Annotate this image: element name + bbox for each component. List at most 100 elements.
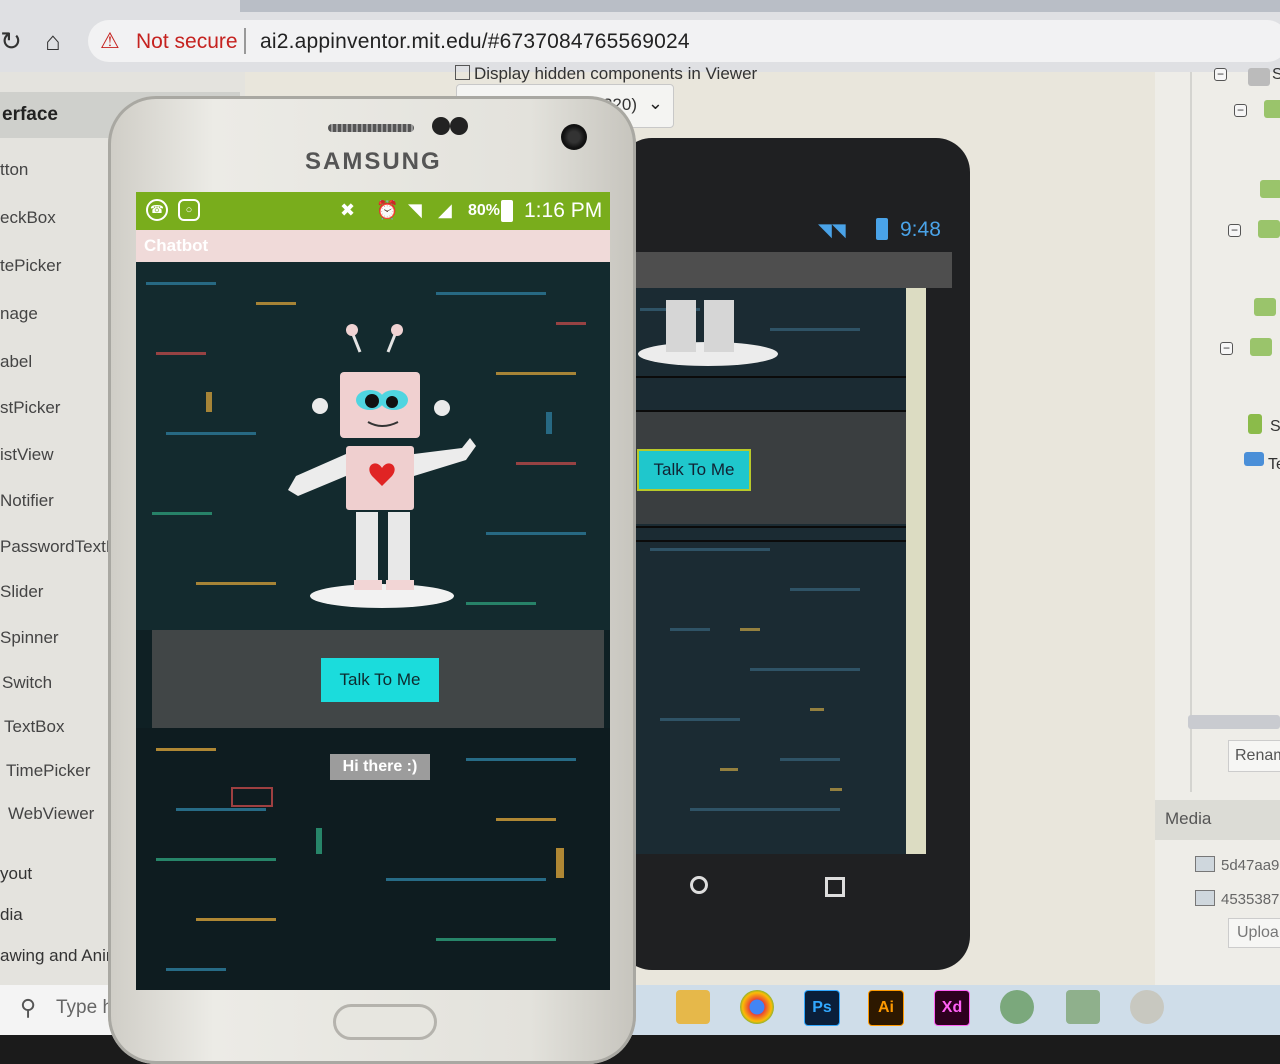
speech-icon <box>1248 414 1262 434</box>
palette-item-label[interactable]: abel <box>0 352 32 372</box>
media-file[interactable]: 5d47aa9 <box>1195 856 1279 874</box>
palette-item-datepicker[interactable]: tePicker <box>0 256 61 276</box>
designer-divider <box>630 526 918 528</box>
hidden-components-label: Display hidden components in Viewer <box>474 64 758 83</box>
chrome-icon[interactable] <box>740 990 774 1024</box>
palette-item-image[interactable]: nage <box>0 304 38 324</box>
palette-item-listpicker[interactable]: stPicker <box>0 398 60 418</box>
media-file[interactable]: 4535387 <box>1195 890 1279 908</box>
home-icon[interactable]: ⌂ <box>36 24 70 58</box>
alarm-icon: ⏰ <box>376 200 399 220</box>
photos-icon[interactable] <box>1066 990 1100 1024</box>
palette-item-webviewer[interactable]: WebViewer <box>8 804 94 824</box>
nav-home-icon <box>690 876 708 894</box>
checkbox-box[interactable] <box>455 65 470 80</box>
battery-percent: 80% <box>468 202 501 219</box>
phone-clock: 1:16 PM <box>524 199 603 222</box>
palette-item-notifier[interactable]: Notifier <box>0 491 54 511</box>
palette-category-layout[interactable]: yout <box>0 864 32 884</box>
upload-file-button[interactable]: Uploa <box>1228 918 1280 948</box>
file-explorer-icon[interactable] <box>676 990 710 1024</box>
reload-icon[interactable]: ↻ <box>0 24 28 58</box>
xd-icon[interactable]: Xd <box>934 990 970 1026</box>
address-bar[interactable]: ⚠ Not secure ai2.appinventor.mit.edu/#67… <box>88 20 1280 62</box>
hidden-components-checkbox[interactable]: Display hidden components in Viewer <box>455 64 757 84</box>
robot-feet-image <box>638 300 778 366</box>
browser-toolbar: ↻ ⌂ ⚠ Not secure ai2.appinventor.mit.edu… <box>0 0 1280 72</box>
arrangement-icon <box>1260 180 1280 198</box>
palette-item-slider[interactable]: Slider <box>0 582 43 602</box>
search-icon: ⚲ <box>20 995 37 1020</box>
media-file-name: 5d47aa9 <box>1221 857 1280 874</box>
palette-item-spinner[interactable]: Spinner <box>0 628 59 648</box>
palette-item-listview[interactable]: istView <box>0 445 54 465</box>
tree-guide <box>1190 72 1192 792</box>
signal-icon: ◢ <box>438 200 452 220</box>
designer-divider <box>630 376 918 378</box>
texttospeech-icon <box>1244 452 1264 466</box>
palette-item-checkbox[interactable]: eckBox <box>0 208 56 228</box>
wifi-icon: ◥ <box>408 200 422 220</box>
light-sensor <box>450 117 468 135</box>
tree-label-texttospeech[interactable]: Te <box>1268 456 1280 474</box>
home-button[interactable] <box>333 1004 437 1040</box>
mute-icon: ✖ <box>340 200 356 220</box>
designer-divider <box>630 540 918 542</box>
tree-collapse-icon[interactable]: − <box>1220 342 1233 355</box>
media-file-name: 4535387 <box>1221 891 1280 908</box>
components-panel <box>1155 72 1280 992</box>
phone-brand: SAMSUNG <box>305 148 442 175</box>
designer-scrollbar[interactable] <box>906 288 926 854</box>
phone-screen[interactable]: ☎ ○ ✖ ⏰ ◥ ◢ 80% 1:16 PM Chatbot Talk To … <box>136 192 610 990</box>
nav-recents-icon <box>825 877 845 897</box>
url-text[interactable]: ai2.appinventor.mit.edu/#673708476556902… <box>260 30 690 54</box>
designer-screen[interactable] <box>630 288 926 854</box>
instagram-icon: ○ <box>178 199 200 221</box>
illustrator-icon[interactable]: Ai <box>868 990 904 1026</box>
app-icon[interactable] <box>1000 990 1034 1024</box>
arrangement-icon <box>1254 298 1276 316</box>
app-title-bar: Chatbot <box>136 230 610 262</box>
designer-title-bar <box>630 252 952 288</box>
palette-item-switch[interactable]: Switch <box>2 673 52 693</box>
earpiece-speaker <box>328 124 414 132</box>
tree-scrollbar[interactable] <box>1188 715 1280 729</box>
tree-label-screen[interactable]: S <box>1272 66 1280 84</box>
designer-talk-button[interactable]: Talk To Me <box>637 449 751 491</box>
tab-strip[interactable] <box>240 0 1280 12</box>
rename-button[interactable]: Renam <box>1228 740 1280 772</box>
app-icon[interactable] <box>1130 990 1164 1024</box>
designer-status-bar: ◥◥ 9:48 <box>618 210 952 252</box>
designer-nav-bar <box>630 858 952 918</box>
designer-background <box>630 288 926 854</box>
designer-time: 9:48 <box>900 218 941 241</box>
proximity-sensor <box>432 117 450 135</box>
warning-icon: ⚠ <box>100 28 120 53</box>
tree-label-speech[interactable]: S <box>1270 418 1280 436</box>
image-file-icon <box>1195 856 1215 872</box>
app-title: Chatbot <box>144 236 209 255</box>
whatsapp-icon: ☎ <box>146 199 168 221</box>
security-label[interactable]: Not secure <box>136 30 238 54</box>
front-camera <box>561 124 587 150</box>
tree-collapse-icon[interactable]: − <box>1228 224 1241 237</box>
arrangement-icon <box>1250 338 1272 356</box>
tree-collapse-icon[interactable]: − <box>1234 104 1247 117</box>
robot-image <box>136 262 610 630</box>
palette-category-media[interactable]: dia <box>0 905 23 925</box>
talk-to-me-button[interactable]: Talk To Me <box>321 658 439 702</box>
omnibox-separator <box>244 28 246 54</box>
palette-item-button[interactable]: tton <box>0 160 28 180</box>
arrangement-icon <box>1264 100 1280 118</box>
phone-status-bar: ☎ ○ ✖ ⏰ ◥ ◢ 80% 1:16 PM <box>136 192 610 230</box>
image-file-icon <box>1195 890 1215 906</box>
battery-icon <box>876 218 888 240</box>
palette-item-textbox[interactable]: TextBox <box>4 717 64 737</box>
arrangement-icon <box>1258 220 1280 238</box>
tree-collapse-icon[interactable]: − <box>1214 68 1227 81</box>
battery-icon <box>501 200 513 222</box>
chevron-down-icon: ⌄ <box>647 93 663 113</box>
media-header: Media <box>1155 800 1280 840</box>
palette-item-timepicker[interactable]: TimePicker <box>6 761 90 781</box>
photoshop-icon[interactable]: Ps <box>804 990 840 1026</box>
